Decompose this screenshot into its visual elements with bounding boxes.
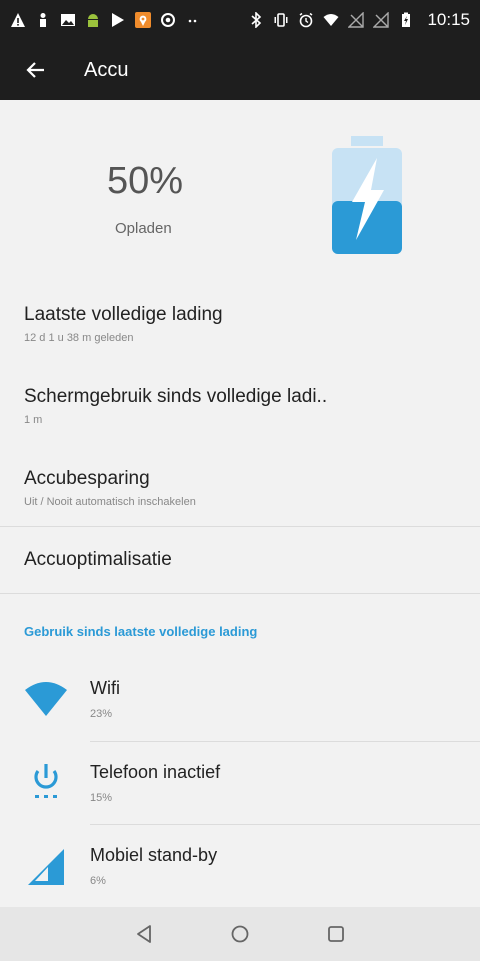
usage-item-phone-idle[interactable]: Telefoon inactief 15% [0, 742, 480, 824]
vibrate-icon [274, 13, 288, 27]
usage-section-header: Gebruik sinds laatste volledige lading [24, 624, 258, 639]
wifi-icon [323, 14, 339, 26]
app-bar: Accu [0, 40, 480, 100]
item-title: Accuoptimalisatie [24, 549, 172, 570]
usage-name: Wifi [90, 678, 120, 698]
usage-name: Mobiel stand-by [90, 845, 218, 865]
notification-icons [10, 12, 201, 28]
android-icon [88, 14, 98, 27]
usage-item-mobile-standby[interactable]: Mobiel stand-by 6% [0, 825, 480, 907]
battery-charging-icon [402, 12, 411, 27]
divider [0, 593, 480, 594]
power-icon [34, 764, 58, 798]
battery-optimization-item[interactable]: Accuoptimalisatie [0, 527, 480, 593]
item-title: Laatste volledige lading [24, 304, 223, 325]
wifi-icon [25, 682, 67, 716]
battery-charging-icon [332, 136, 402, 254]
more-icon [188, 19, 197, 23]
usage-percent: 15% [90, 792, 113, 804]
back-nav-icon[interactable] [132, 922, 156, 946]
warning-icon [11, 13, 25, 27]
item-subtitle: 1 m [24, 414, 43, 426]
no-signal-icon [348, 12, 365, 28]
system-icons: 10:15 [248, 10, 470, 30]
cell-signal-icon [28, 849, 64, 885]
person-icon [40, 13, 46, 27]
usage-percent: 6% [90, 875, 106, 887]
item-subtitle: 12 d 1 u 38 m geleden [24, 332, 134, 344]
image-icon [61, 14, 75, 26]
last-full-charge-item[interactable]: Laatste volledige lading 12 d 1 u 38 m g… [0, 296, 480, 356]
clock: 10:15 [427, 10, 470, 29]
battery-saver-item[interactable]: Accubesparing Uit / Nooit automatisch in… [0, 460, 480, 520]
navigation-bar [0, 907, 480, 961]
usage-item-wifi[interactable]: Wifi 23% [0, 660, 480, 742]
play-store-icon [112, 13, 124, 27]
battery-percentage: 50% [107, 160, 184, 202]
usage-name: Telefoon inactief [90, 762, 221, 782]
no-signal-icon [373, 12, 390, 28]
page-title: Accu [84, 58, 129, 81]
screen-usage-item[interactable]: Schermgebruik sinds volledige ladi.. 1 m [0, 378, 480, 438]
alarm-icon [300, 12, 313, 28]
maps-icon [135, 12, 151, 28]
home-nav-icon[interactable] [228, 922, 252, 946]
usage-percent: 23% [90, 708, 113, 720]
item-title: Accubesparing [24, 468, 150, 489]
charging-status: Opladen [115, 220, 172, 237]
item-title: Schermgebruik sinds volledige ladi.. [24, 386, 328, 407]
bluetooth-icon [251, 12, 262, 28]
status-bar: 10:15 [0, 0, 480, 40]
chrome-icon [161, 13, 175, 27]
item-subtitle: Uit / Nooit automatisch inschakelen [24, 496, 196, 508]
recents-nav-icon[interactable] [324, 922, 348, 946]
battery-summary: 50% Opladen [0, 100, 480, 280]
back-arrow-icon[interactable] [22, 56, 50, 84]
battery-settings-content: 50% Opladen Laatste volledige lading 12 … [0, 100, 480, 907]
